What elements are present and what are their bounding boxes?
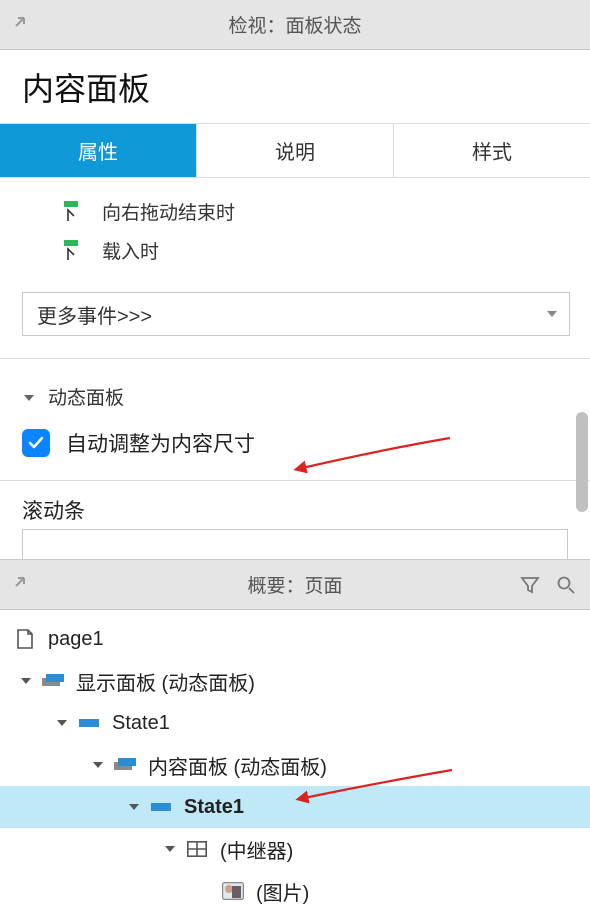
more-events-label: 更多事件>>> <box>37 300 152 329</box>
tree-label: page1 <box>48 628 104 651</box>
fit-to-content-label: 自动调整为内容尺寸 <box>66 428 255 458</box>
page-icon <box>12 629 38 649</box>
image-icon <box>220 882 246 900</box>
swipe-right-icon <box>64 201 86 223</box>
dynamic-panel-icon <box>40 674 66 688</box>
outline-tree: page1 显示面板 (动态面板) State1 内容面板 (动态面板) <box>0 610 590 912</box>
properties-body: 向右拖动结束时 载入时 更多事件>>> 动态面板 自动调整为内容尺寸 滚动条 <box>0 178 590 560</box>
tree-label: 内容面板 (动态面板) <box>148 751 327 780</box>
chevron-down-icon[interactable] <box>48 717 76 729</box>
tab-notes[interactable]: 说明 <box>196 124 393 177</box>
dynamic-panel-icon <box>112 758 138 772</box>
outline-header: 概要：页面 <box>0 560 590 610</box>
outline-header-title: 概要：页面 <box>247 571 342 598</box>
chevron-down-icon <box>545 307 559 321</box>
section-dynamic-panel[interactable]: 动态面板 <box>0 359 590 410</box>
scrollbars-dropdown[interactable] <box>22 529 568 560</box>
chevron-down-icon[interactable] <box>120 801 148 813</box>
scrollbars-label: 滚动条 <box>0 481 590 525</box>
tree-row-dp2[interactable]: 内容面板 (动态面板) <box>0 744 590 786</box>
event-on-swipe-right-end[interactable]: 向右拖动结束时 <box>0 192 590 231</box>
tree-row-repeater[interactable]: (中继器) <box>0 828 590 870</box>
tab-style-label: 样式 <box>472 136 512 165</box>
tab-properties[interactable]: 属性 <box>0 124 196 177</box>
tree-label: (图片) <box>256 877 309 906</box>
tree-row-dp1-state1[interactable]: State1 <box>0 702 590 744</box>
tab-notes-label: 说明 <box>275 136 315 165</box>
tree-row-dp1[interactable]: 显示面板 (动态面板) <box>0 660 590 702</box>
tree-row-dp2-state1[interactable]: State1 <box>0 786 590 828</box>
more-events-dropdown[interactable]: 更多事件>>> <box>22 292 570 336</box>
scrollbar-thumb[interactable] <box>576 412 588 512</box>
vertical-scrollbar[interactable] <box>574 302 590 522</box>
event-label: 向右拖动结束时 <box>102 198 235 225</box>
inspector-header: 检视：面板状态 <box>0 0 590 50</box>
section-title: 动态面板 <box>48 383 124 410</box>
tab-properties-label: 属性 <box>78 136 118 165</box>
inspector-header-title: 检视：面板状态 <box>228 11 361 38</box>
event-label: 载入时 <box>102 237 159 264</box>
chevron-down-icon <box>22 391 36 405</box>
panel-state-icon <box>76 717 102 729</box>
chevron-down-icon[interactable] <box>156 843 184 855</box>
search-icon[interactable] <box>556 575 576 595</box>
inspector-tabs: 属性 说明 样式 <box>0 124 590 178</box>
fit-to-content-row[interactable]: 自动调整为内容尺寸 <box>0 410 590 458</box>
load-icon <box>64 240 86 262</box>
chevron-down-icon[interactable] <box>12 675 40 687</box>
widget-name-bar: 内容面板 <box>0 50 590 124</box>
filter-icon[interactable] <box>520 575 540 595</box>
checkbox-fit-to-content[interactable] <box>22 429 50 457</box>
tab-style[interactable]: 样式 <box>393 124 590 177</box>
repeater-icon <box>184 841 210 857</box>
tree-label: 显示面板 (动态面板) <box>76 667 255 696</box>
popout-icon[interactable] <box>14 12 30 28</box>
widget-name[interactable]: 内容面板 <box>22 64 150 110</box>
tree-row-page[interactable]: page1 <box>0 618 590 660</box>
tree-label: (中继器) <box>220 835 293 864</box>
tree-row-image[interactable]: (图片) <box>0 870 590 912</box>
outline-pane: 概要：页面 page1 显示面板 (动态面板) <box>0 560 590 912</box>
tree-label: State1 <box>184 796 244 819</box>
chevron-down-icon[interactable] <box>84 759 112 771</box>
popout-icon[interactable] <box>14 572 30 588</box>
event-on-load[interactable]: 载入时 <box>0 231 590 270</box>
tree-label: State1 <box>112 712 170 735</box>
panel-state-icon <box>148 801 174 813</box>
